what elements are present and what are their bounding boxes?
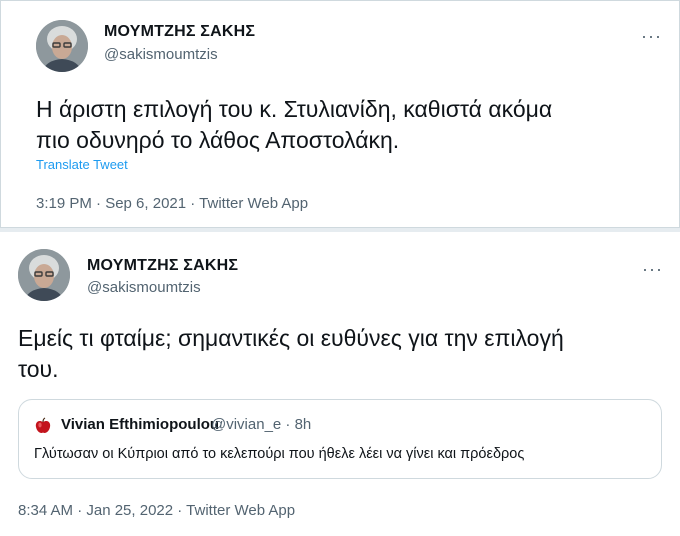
author-handle[interactable]: @sakismoumtzis (104, 46, 218, 63)
quoted-author-handle[interactable]: @vivian_e · 8h (211, 416, 311, 433)
red-apple-icon (35, 417, 51, 433)
tweet-card: ΜΟΥΜΤΖΗΣ ΣΑΚΗΣ @sakismoumtzis ··· Η άρισ… (0, 0, 680, 228)
tweet-text: Η άριστη επιλογή του κ. Στυλιανίδη, καθι… (36, 96, 553, 153)
author-name[interactable]: ΜΟΥΜΤΖΗΣ ΣΑΚΗΣ (104, 23, 255, 41)
avatar[interactable] (18, 249, 70, 301)
avatar-photo-icon (18, 249, 70, 301)
author-name[interactable]: ΜΟΥΜΤΖΗΣ ΣΑΚΗΣ (87, 257, 238, 275)
tweet-text: Εμείς τι φταίμε; σημαντικές οι ευθύνες γ… (18, 325, 564, 382)
more-options-icon[interactable]: ··· (642, 260, 663, 278)
tweet-timestamp[interactable]: 3:19 PM · Sep 6, 2021 · Twitter Web App (36, 195, 308, 212)
quoted-author-name[interactable]: Vivian Efthimiopoulou (61, 416, 219, 433)
tweet-timestamp[interactable]: 8:34 AM · Jan 25, 2022 · Twitter Web App (18, 502, 295, 519)
tweet-card: ΜΟΥΜΤΖΗΣ ΣΑΚΗΣ @sakismoumtzis ··· Εμείς … (0, 232, 680, 536)
more-options-icon[interactable]: ··· (641, 27, 662, 45)
avatar[interactable] (36, 20, 88, 72)
quoted-tweet[interactable]: Vivian Efthimiopoulou @vivian_e · 8h Γλύ… (18, 399, 662, 479)
translate-tweet-link[interactable]: Translate Tweet (36, 157, 128, 172)
quoted-tweet-text: Γλύτωσαν οι Κύπριοι από το κελεπούρι που… (34, 446, 525, 462)
avatar-photo-icon (36, 20, 88, 72)
author-handle[interactable]: @sakismoumtzis (87, 279, 201, 296)
